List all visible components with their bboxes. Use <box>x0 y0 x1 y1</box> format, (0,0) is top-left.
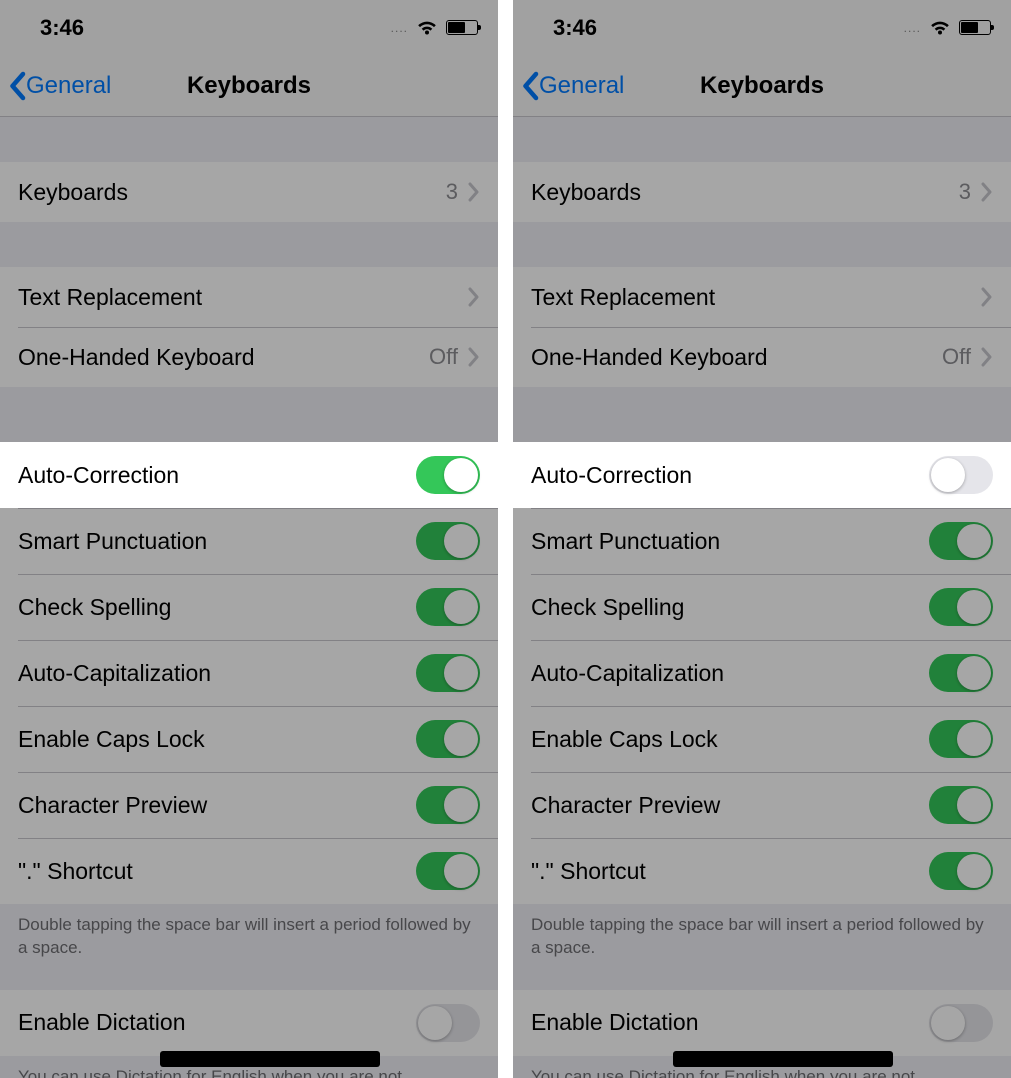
row-period-shortcut[interactable]: "." Shortcut <box>0 838 498 904</box>
chevron-right-icon <box>981 182 993 202</box>
row-enable-caps-lock[interactable]: Enable Caps Lock <box>513 706 1011 772</box>
row-one-handed-keyboard[interactable]: One-Handed Keyboard Off <box>513 327 1011 387</box>
row-check-spelling[interactable]: Check Spelling <box>0 574 498 640</box>
nav-header: General Keyboards <box>513 55 1011 117</box>
toggle-caps-lock[interactable] <box>416 720 480 758</box>
row-label: Character Preview <box>18 792 416 819</box>
chevron-right-icon <box>468 347 480 367</box>
screenshot-right: 3:46 .... General Keyboards Keyboards 3 … <box>513 0 1011 1078</box>
chevron-right-icon <box>468 182 480 202</box>
back-button[interactable]: General <box>0 71 111 101</box>
row-character-preview[interactable]: Character Preview <box>0 772 498 838</box>
row-label: Smart Punctuation <box>531 528 929 555</box>
toggle-auto-capitalization[interactable] <box>416 654 480 692</box>
row-one-handed-keyboard[interactable]: One-Handed Keyboard Off <box>0 327 498 387</box>
toggle-character-preview[interactable] <box>416 786 480 824</box>
row-label: "." Shortcut <box>18 858 416 885</box>
row-text-replacement[interactable]: Text Replacement <box>513 267 1011 327</box>
row-label: Character Preview <box>531 792 929 819</box>
row-value: Off <box>429 344 458 370</box>
row-enable-dictation[interactable]: Enable Dictation <box>513 990 1011 1056</box>
toggle-smart-punctuation[interactable] <box>416 522 480 560</box>
back-label: General <box>539 72 624 100</box>
signal-dots: .... <box>391 21 408 35</box>
row-value: 3 <box>446 179 458 205</box>
status-bar: 3:46 .... <box>0 0 498 55</box>
chevron-left-icon <box>8 71 26 101</box>
status-time: 3:46 <box>40 15 84 41</box>
chevron-right-icon <box>981 287 993 307</box>
row-label: Smart Punctuation <box>18 528 416 555</box>
row-enable-dictation[interactable]: Enable Dictation <box>0 990 498 1056</box>
row-character-preview[interactable]: Character Preview <box>513 772 1011 838</box>
row-label: Auto-Correction <box>18 462 416 489</box>
footer-period-hint: Double tapping the space bar will insert… <box>513 904 1011 960</box>
signal-dots: .... <box>904 21 921 35</box>
row-label: Text Replacement <box>18 284 468 311</box>
row-label: "." Shortcut <box>531 858 929 885</box>
toggle-auto-correction[interactable] <box>416 456 480 494</box>
row-value: Off <box>942 344 971 370</box>
toggle-auto-correction[interactable] <box>929 456 993 494</box>
row-label: Enable Dictation <box>18 1009 416 1036</box>
row-label: One-Handed Keyboard <box>18 344 429 371</box>
nav-header: General Keyboards <box>0 55 498 117</box>
toggle-period-shortcut[interactable] <box>416 852 480 890</box>
row-label: Keyboards <box>531 179 959 206</box>
screenshot-left: 3:46 .... General Keyboards Keyboards 3 … <box>0 0 498 1078</box>
row-label: Auto-Capitalization <box>531 660 929 687</box>
row-label: Enable Dictation <box>531 1009 929 1036</box>
battery-icon <box>446 20 478 35</box>
row-label: Auto-Capitalization <box>18 660 416 687</box>
row-check-spelling[interactable]: Check Spelling <box>513 574 1011 640</box>
chevron-right-icon <box>468 287 480 307</box>
row-text-replacement[interactable]: Text Replacement <box>0 267 498 327</box>
status-time: 3:46 <box>553 15 597 41</box>
toggle-period-shortcut[interactable] <box>929 852 993 890</box>
toggle-enable-dictation[interactable] <box>416 1004 480 1042</box>
back-button[interactable]: General <box>513 71 624 101</box>
row-label: Check Spelling <box>18 594 416 621</box>
row-label: Enable Caps Lock <box>18 726 416 753</box>
redaction-bar <box>673 1051 893 1072</box>
row-period-shortcut[interactable]: "." Shortcut <box>513 838 1011 904</box>
row-keyboards[interactable]: Keyboards 3 <box>513 162 1011 222</box>
battery-icon <box>959 20 991 35</box>
toggle-check-spelling[interactable] <box>929 588 993 626</box>
row-keyboards[interactable]: Keyboards 3 <box>0 162 498 222</box>
row-enable-caps-lock[interactable]: Enable Caps Lock <box>0 706 498 772</box>
row-label: Keyboards <box>18 179 446 206</box>
row-label: Enable Caps Lock <box>531 726 929 753</box>
chevron-right-icon <box>981 347 993 367</box>
wifi-icon <box>929 20 951 36</box>
chevron-left-icon <box>521 71 539 101</box>
row-label: Check Spelling <box>531 594 929 621</box>
row-auto-correction[interactable]: Auto-Correction <box>0 442 498 508</box>
row-auto-capitalization[interactable]: Auto-Capitalization <box>513 640 1011 706</box>
toggle-check-spelling[interactable] <box>416 588 480 626</box>
wifi-icon <box>416 20 438 36</box>
back-label: General <box>26 72 111 100</box>
toggle-caps-lock[interactable] <box>929 720 993 758</box>
row-value: 3 <box>959 179 971 205</box>
toggle-enable-dictation[interactable] <box>929 1004 993 1042</box>
row-auto-correction[interactable]: Auto-Correction <box>513 442 1011 508</box>
redaction-bar <box>160 1051 380 1072</box>
row-smart-punctuation[interactable]: Smart Punctuation <box>513 508 1011 574</box>
row-auto-capitalization[interactable]: Auto-Capitalization <box>0 640 498 706</box>
footer-period-hint: Double tapping the space bar will insert… <box>0 904 498 960</box>
row-smart-punctuation[interactable]: Smart Punctuation <box>0 508 498 574</box>
toggle-smart-punctuation[interactable] <box>929 522 993 560</box>
row-label: Auto-Correction <box>531 462 929 489</box>
toggle-auto-capitalization[interactable] <box>929 654 993 692</box>
row-label: Text Replacement <box>531 284 981 311</box>
status-bar: 3:46 .... <box>513 0 1011 55</box>
row-label: One-Handed Keyboard <box>531 344 942 371</box>
toggle-character-preview[interactable] <box>929 786 993 824</box>
